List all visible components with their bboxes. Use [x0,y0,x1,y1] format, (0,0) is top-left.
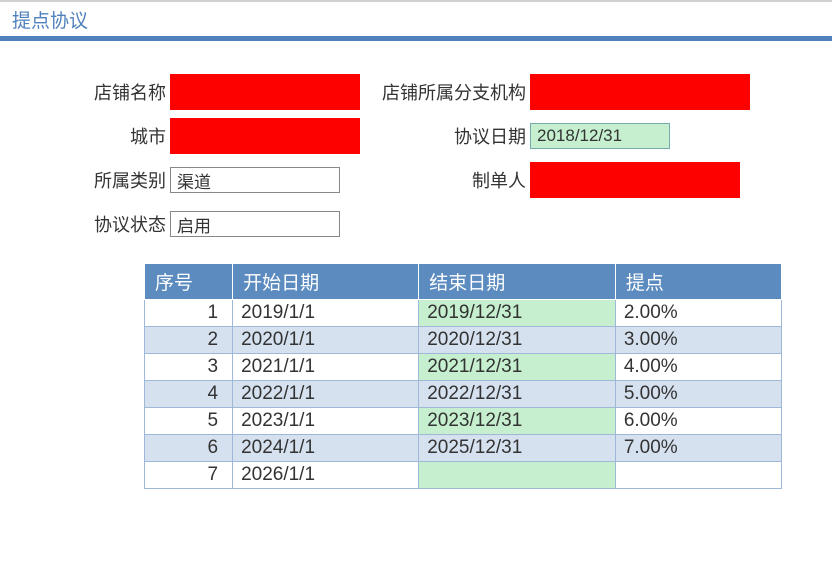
cell-rate: 2.00% [615,300,781,327]
th-end: 结束日期 [419,264,616,300]
creator-label: 制单人 [370,167,530,193]
cell-seq: 2 [145,327,233,354]
table-row[interactable]: 32021/1/12021/12/314.00% [145,354,782,381]
page-title: 提点协议 [0,0,832,41]
cell-seq: 3 [145,354,233,381]
cell-end: 2023/12/31 [419,408,616,435]
shop-name-value-redacted [170,74,360,110]
cell-rate: 4.00% [615,354,781,381]
agreement-date-input[interactable]: 2018/12/31 [530,123,670,149]
cell-start: 2026/1/1 [233,462,419,489]
table-row[interactable]: 72026/1/1 [145,462,782,489]
creator-value-redacted [530,162,740,198]
cell-end: 2020/12/31 [419,327,616,354]
cell-rate: 3.00% [615,327,781,354]
cell-start: 2019/1/1 [233,300,419,327]
table-header-row: 序号 开始日期 结束日期 提点 [145,264,782,300]
cell-end: 2025/12/31 [419,435,616,462]
cell-start: 2021/1/1 [233,354,419,381]
category-label: 所属类别 [50,167,170,193]
cell-rate [615,462,781,489]
cell-start: 2024/1/1 [233,435,419,462]
branch-label: 店铺所属分支机构 [370,79,530,105]
cell-rate: 7.00% [615,435,781,462]
table-row[interactable]: 42022/1/12022/12/315.00% [145,381,782,408]
cell-rate: 5.00% [615,381,781,408]
cell-seq: 5 [145,408,233,435]
cell-start: 2023/1/1 [233,408,419,435]
cell-seq: 1 [145,300,233,327]
table-row[interactable]: 52023/1/12023/12/316.00% [145,408,782,435]
th-rate: 提点 [615,264,781,300]
cell-end: 2019/12/31 [419,300,616,327]
cell-end: 2022/12/31 [419,381,616,408]
table-row[interactable]: 12019/1/12019/12/312.00% [145,300,782,327]
cell-end: 2021/12/31 [419,354,616,381]
city-label: 城市 [50,123,170,149]
cell-seq: 4 [145,381,233,408]
table-row[interactable]: 62024/1/12025/12/317.00% [145,435,782,462]
shop-name-label: 店铺名称 [50,79,170,105]
branch-value-redacted [530,74,750,110]
th-seq: 序号 [145,264,233,300]
cell-seq: 6 [145,435,233,462]
cell-end [419,462,616,489]
city-value-redacted [170,118,360,154]
th-start: 开始日期 [233,264,419,300]
cell-seq: 7 [145,462,233,489]
status-label: 协议状态 [50,211,170,237]
form-area: 店铺名称 店铺所属分支机构 城市 协议日期 2018/12/31 所属类别 渠道… [0,41,832,509]
agreement-date-label: 协议日期 [370,123,530,149]
table-row[interactable]: 22020/1/12020/12/313.00% [145,327,782,354]
status-input[interactable]: 启用 [170,211,340,237]
cell-start: 2022/1/1 [233,381,419,408]
category-input[interactable]: 渠道 [170,167,340,193]
cell-start: 2020/1/1 [233,327,419,354]
cell-rate: 6.00% [615,408,781,435]
rate-table: 序号 开始日期 结束日期 提点 12019/1/12019/12/312.00%… [144,263,782,489]
